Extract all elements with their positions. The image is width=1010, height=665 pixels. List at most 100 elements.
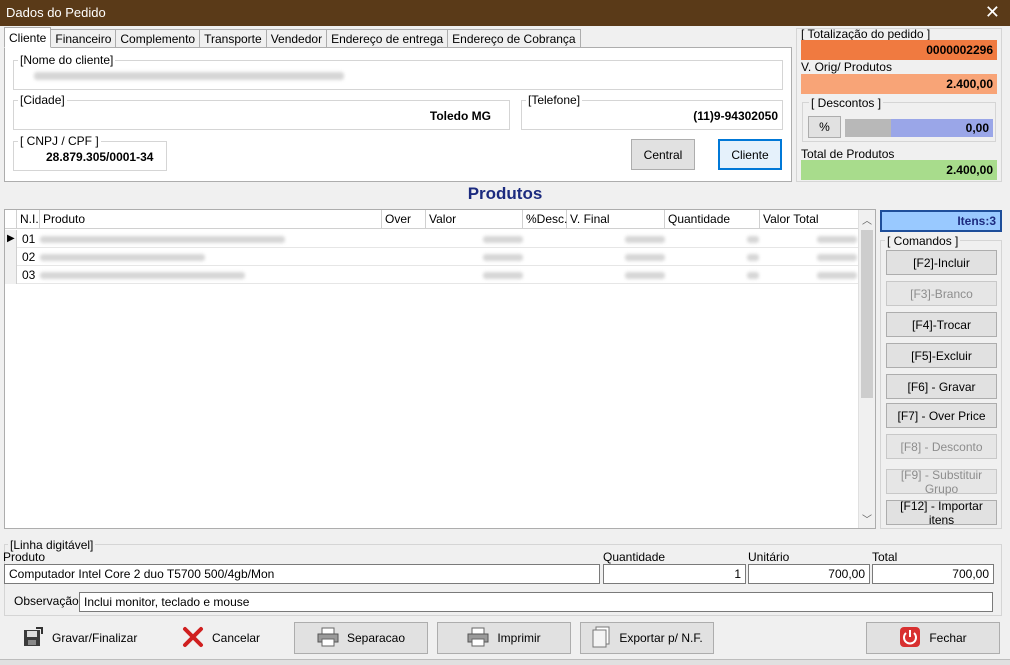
incluir-button[interactable]: [F2]-Incluir xyxy=(886,250,997,275)
exportar-nf-button[interactable]: Exportar p/ N.F. xyxy=(580,622,714,654)
nome-cliente-label: [Nome do cliente] xyxy=(18,53,116,67)
scroll-thumb[interactable] xyxy=(861,230,873,398)
grid-scrollbar[interactable]: ︿ ﹀ xyxy=(858,210,875,528)
status-bar xyxy=(0,659,1010,665)
substituir-grupo-button[interactable]: [F9] - Substituir Grupo xyxy=(886,468,997,496)
total-produtos-label: Total de Produtos xyxy=(801,147,895,161)
branco-button[interactable]: [F3]-Branco xyxy=(886,281,997,306)
quantidade-field[interactable]: 1 xyxy=(603,564,746,584)
row-vfinal-redacted xyxy=(625,236,665,243)
unitario-field[interactable]: 700,00 xyxy=(748,564,870,584)
telefone-label: [Telefone] xyxy=(526,93,583,107)
excluir-button[interactable]: [F5]-Excluir xyxy=(886,343,997,368)
total-field[interactable]: 700,00 xyxy=(872,564,994,584)
col-desc[interactable]: %Desc. xyxy=(523,210,567,229)
tab-cliente[interactable]: Cliente xyxy=(4,27,52,48)
tab-financeiro[interactable]: Financeiro xyxy=(50,29,117,48)
grid-header: N.I. Produto Over Valor %Desc. V. Final … xyxy=(5,210,859,229)
printer-icon xyxy=(317,627,339,650)
orig-label: V. Orig/ Produtos xyxy=(801,60,892,74)
save-disk-icon xyxy=(22,626,44,651)
comandos-title: [ Comandos ] xyxy=(885,234,961,248)
tab-strip: Cliente Financeiro Complemento Transport… xyxy=(4,27,581,48)
total-label: Total xyxy=(872,550,898,564)
table-row[interactable]: ▶ 01 xyxy=(5,230,859,248)
fechar-button[interactable]: Fechar xyxy=(866,622,1000,654)
printer-icon xyxy=(467,627,489,650)
orig-value: 2.400,00 xyxy=(801,74,997,94)
produtos-grid[interactable]: N.I. Produto Over Valor %Desc. V. Final … xyxy=(4,209,876,529)
total-produtos-value: 2.400,00 xyxy=(801,160,997,180)
power-icon xyxy=(899,626,921,651)
row-produto-redacted xyxy=(40,272,245,279)
row-qtd-redacted xyxy=(747,272,759,279)
cancelar-button[interactable]: Cancelar xyxy=(182,622,282,654)
gravar-finalizar-label: Gravar/Finalizar xyxy=(52,631,138,645)
col-quantidade[interactable]: Quantidade xyxy=(665,210,760,229)
cidade-group: [Cidade] Toledo MG xyxy=(13,93,510,130)
quantidade-label: Quantidade xyxy=(603,550,666,564)
col-ni[interactable]: N.I. xyxy=(17,210,40,229)
tab-endereco-cobranca[interactable]: Endereço de Cobrança xyxy=(447,29,581,48)
row-ni: 02 xyxy=(22,250,36,264)
imprimir-label: Imprimir xyxy=(497,631,541,645)
tab-endereco-entrega[interactable]: Endereço de entrega xyxy=(326,29,449,48)
imprimir-button[interactable]: Imprimir xyxy=(437,622,571,654)
percent-button[interactable]: % xyxy=(808,116,841,138)
observacao-field[interactable]: Inclui monitor, teclado e mouse xyxy=(79,592,993,612)
produto-label: Produto xyxy=(3,550,46,564)
scroll-up-icon[interactable]: ︿ xyxy=(862,212,872,227)
cancelar-label: Cancelar xyxy=(212,631,261,645)
trocar-button[interactable]: [F4]-Trocar xyxy=(886,312,997,337)
col-produto[interactable]: Produto xyxy=(40,210,382,229)
row-qtd-redacted xyxy=(747,254,759,261)
col-valor-total[interactable]: Valor Total xyxy=(760,210,859,229)
comandos-group: [ Comandos ] [F2]-Incluir [F3]-Branco [F… xyxy=(880,234,1002,529)
title-bar: Dados do Pedido ✕ xyxy=(0,0,1010,26)
cliente-panel: [Nome do cliente] [Cidade] Toledo MG [Te… xyxy=(4,47,792,182)
descontos-label: [ Descontos ] xyxy=(809,96,884,110)
col-over[interactable]: Over xyxy=(382,210,426,229)
row-valor-redacted xyxy=(483,272,523,279)
importar-itens-button[interactable]: [F12] - Importar itens xyxy=(886,499,997,527)
scroll-down-icon[interactable]: ﹀ xyxy=(862,511,872,526)
row-valor-redacted xyxy=(483,254,523,261)
table-row[interactable]: 03 xyxy=(5,266,859,284)
row-produto-redacted xyxy=(40,254,205,261)
window-title: Dados do Pedido xyxy=(6,5,106,20)
separacao-button[interactable]: Separacao xyxy=(294,622,428,654)
desconto-button[interactable]: [F8] - Desconto xyxy=(886,434,997,459)
gravar-finalizar-button[interactable]: Gravar/Finalizar xyxy=(22,622,142,654)
grid-header-indicator xyxy=(5,210,17,229)
tab-vendedor[interactable]: Vendedor xyxy=(265,29,328,48)
row-indicator xyxy=(5,266,17,284)
produtos-title: Produtos xyxy=(467,184,543,203)
nome-cliente-redacted xyxy=(34,72,344,80)
tab-complemento[interactable]: Complemento xyxy=(115,29,201,48)
col-valor[interactable]: Valor xyxy=(426,210,523,229)
descontos-group: [ Descontos ] % 0,00 xyxy=(802,96,996,142)
row-total-redacted xyxy=(817,236,857,243)
row-vfinal-redacted xyxy=(625,272,665,279)
cnpj-label: [ CNPJ / CPF ] xyxy=(18,134,101,148)
central-button[interactable]: Central xyxy=(631,139,695,170)
totalizacao-title: [ Totalização do pedido ] xyxy=(801,27,931,41)
tab-transporte[interactable]: Transporte xyxy=(199,29,267,48)
cliente-button[interactable]: Cliente xyxy=(718,139,782,170)
desconto-value[interactable]: 0,00 xyxy=(891,119,993,137)
table-row[interactable]: 02 xyxy=(5,248,859,266)
over-price-button[interactable]: [F7] - Over Price xyxy=(886,403,997,428)
close-icon[interactable]: ✕ xyxy=(985,2,1000,23)
nome-cliente-group: [Nome do cliente] xyxy=(13,53,783,90)
row-indicator xyxy=(5,248,17,266)
row-qtd-redacted xyxy=(747,236,759,243)
unitario-label: Unitário xyxy=(748,550,790,564)
row-produto-redacted xyxy=(40,236,285,243)
row-total-redacted xyxy=(817,254,857,261)
col-vfinal[interactable]: V. Final xyxy=(567,210,665,229)
gravar-cmd-button[interactable]: [F6] - Gravar xyxy=(886,374,997,399)
produto-field[interactable]: Computador Intel Core 2 duo T5700 500/4g… xyxy=(4,564,600,584)
row-ni: 03 xyxy=(22,268,36,282)
desconto-percent-field[interactable] xyxy=(845,119,891,137)
separacao-label: Separacao xyxy=(346,631,406,645)
